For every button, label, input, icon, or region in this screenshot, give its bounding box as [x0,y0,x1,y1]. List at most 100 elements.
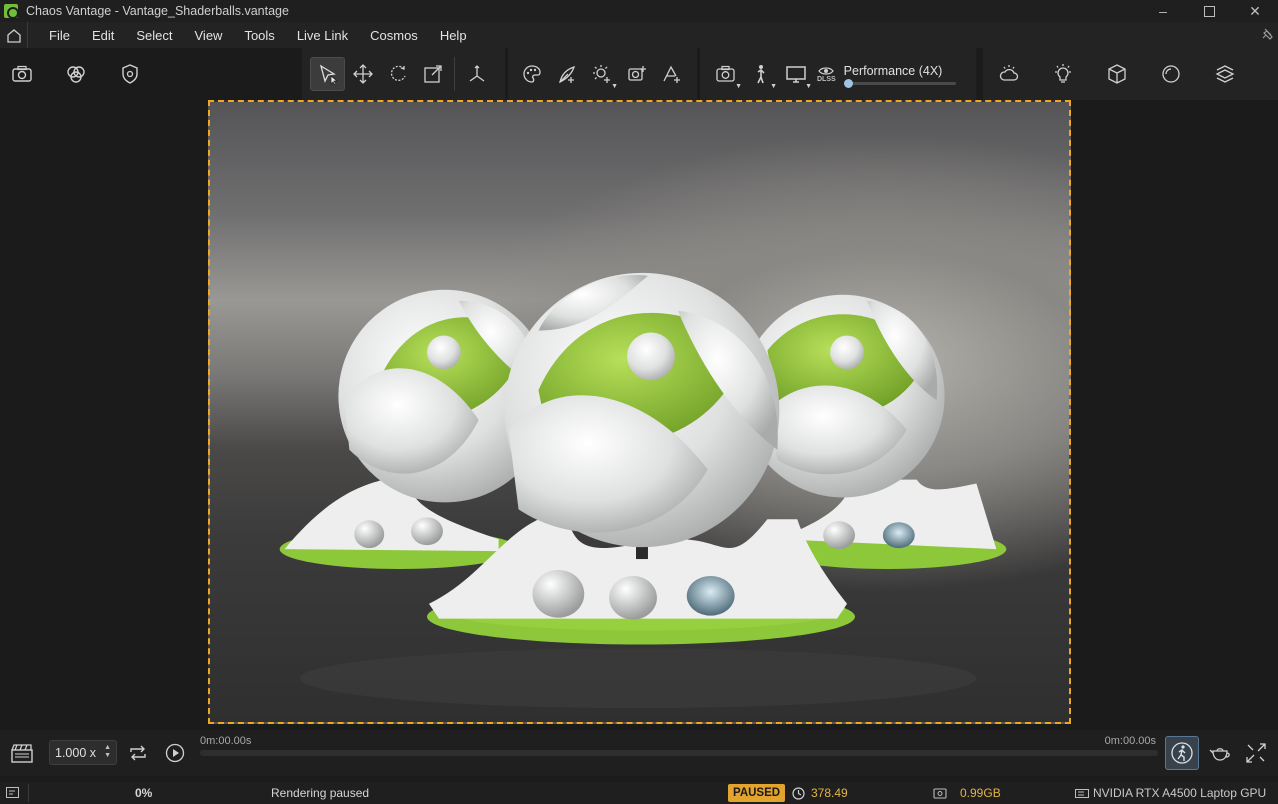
lights-button[interactable] [1045,57,1080,91]
menu-cosmos[interactable]: Cosmos [359,28,429,43]
add-light-button[interactable]: ▼ [584,57,619,91]
chevron-down-icon: ▼ [770,83,777,90]
quality-settings-button[interactable] [112,57,147,91]
menu-tools[interactable]: Tools [233,28,285,43]
walk-mode-button[interactable]: ▼ [743,57,778,91]
menu-view[interactable]: View [184,28,234,43]
home-button[interactable] [0,22,28,48]
window-controls: – ✕ [1140,0,1278,22]
timeline-bar: 1.000 x ▲ ▼ 0m:00.00s 0m:00.00s [0,730,1278,776]
layers-icon [1215,65,1234,83]
sun-sky-button[interactable] [991,57,1026,91]
timeline-start-time: 0m:00.00s [200,735,252,747]
cube-icon [1107,64,1126,84]
menu-edit[interactable]: Edit [81,28,125,43]
timeline-end-time: 0m:00.00s [1104,735,1156,747]
light-bulb-icon [1054,64,1071,83]
teapot-button[interactable] [1203,736,1237,770]
camera-view-button[interactable]: ▼ [708,57,743,91]
close-icon[interactable]: ✕ [1232,0,1278,22]
materials-button[interactable] [1153,57,1188,91]
create-tool-group: ▼ [508,48,697,100]
dlss-badge: DLSS [817,66,836,83]
dlss-label: DLSS [817,75,836,83]
settings-shield-icon [121,64,138,84]
status-divider [28,784,29,802]
minimize-icon[interactable]: – [1140,0,1186,22]
vantage-logo-icon [4,4,19,19]
gpu-name: NVIDIA RTX A4500 Laptop GPU [1093,786,1267,800]
render-viewport[interactable] [208,100,1071,724]
camera-icon [11,65,32,82]
add-scatter-icon [662,65,680,83]
display-button[interactable]: ▼ [778,57,813,91]
sun-sky-icon [999,65,1018,81]
menu-bar: File Edit Select View Tools Live Link Co… [0,22,1278,48]
window-title: Chaos Vantage - Vantage_Shaderballs.vant… [26,4,289,18]
transform-tool-group [302,48,505,100]
running-figure-icon [1171,742,1193,764]
gpu-memory-value: 0.99GB [960,786,1001,800]
performance-slider-handle[interactable] [843,78,853,88]
select-tool-button[interactable] [310,57,345,91]
scale-icon [423,65,442,83]
render-status-message: Rendering paused [271,786,370,800]
main-toolbar: ▼ ▼ ▼ ▼ DLSS Performance (4X) [0,48,1278,100]
auto-exposure-button[interactable] [1165,736,1199,770]
render-passes-button[interactable] [58,57,93,91]
performance-label: Performance (4X) [843,63,943,78]
menu-help[interactable]: Help [429,28,478,43]
objects-button[interactable] [1099,57,1134,91]
pivot-icon [469,65,484,82]
material-button[interactable] [514,57,549,91]
pivot-tool-button[interactable] [459,57,494,91]
rotate-icon [390,65,406,81]
status-bar: 0% Rendering paused PAUSED 378.49 0.99GB… [0,782,1278,804]
render-progress: 0% [135,786,153,800]
add-asset-icon [627,66,646,81]
expand-view-button[interactable] [1239,736,1273,770]
menu-live-link[interactable]: Live Link [286,28,359,43]
play-icon [165,743,185,763]
spinner-arrows-icon[interactable]: ▲ ▼ [104,744,111,760]
move-icon [352,64,373,84]
paused-badge: PAUSED [728,784,786,802]
camera-view-icon [715,65,735,82]
chevron-down-icon: ▼ [805,83,812,90]
loop-icon [130,745,146,761]
render-passes-icon [66,66,85,83]
playback-speed-field[interactable]: 1.000 x ▲ ▼ [49,740,117,765]
title-bar: Chaos Vantage - Vantage_Shaderballs.vant… [0,0,1278,22]
menu-file[interactable]: File [38,28,81,43]
sphere-icon [1161,65,1180,83]
pin-icon[interactable] [1260,27,1274,41]
clapperboard-icon [11,744,33,763]
teapot-icon [1209,748,1230,761]
display-icon [785,66,806,83]
timeline-scrubber[interactable] [200,750,1158,756]
walk-mode-icon [756,65,765,84]
memory-icon [933,788,947,799]
menu-select[interactable]: Select [125,28,183,43]
scale-tool-button[interactable] [415,57,450,91]
move-tool-button[interactable] [345,57,380,91]
play-button[interactable] [160,739,190,767]
add-foliage-icon [558,65,575,84]
shaderballs-render [279,272,1007,709]
environment-tool-group [983,48,1278,100]
loop-button[interactable] [123,739,153,767]
maximize-icon[interactable] [1186,0,1232,22]
log-window-icon[interactable] [6,787,20,804]
gpu-icon [1075,789,1089,798]
select-arrow-icon [319,64,338,85]
add-asset-button[interactable] [619,57,654,91]
add-foliage-button[interactable] [549,57,584,91]
performance-slider[interactable] [843,78,956,88]
home-icon [6,28,21,43]
add-scatter-button[interactable] [654,57,689,91]
expand-icon [1246,743,1266,763]
rotate-tool-button[interactable] [380,57,415,91]
effects-button[interactable] [1207,57,1242,91]
sequencer-button[interactable] [7,739,37,767]
camera-button[interactable] [4,57,39,91]
